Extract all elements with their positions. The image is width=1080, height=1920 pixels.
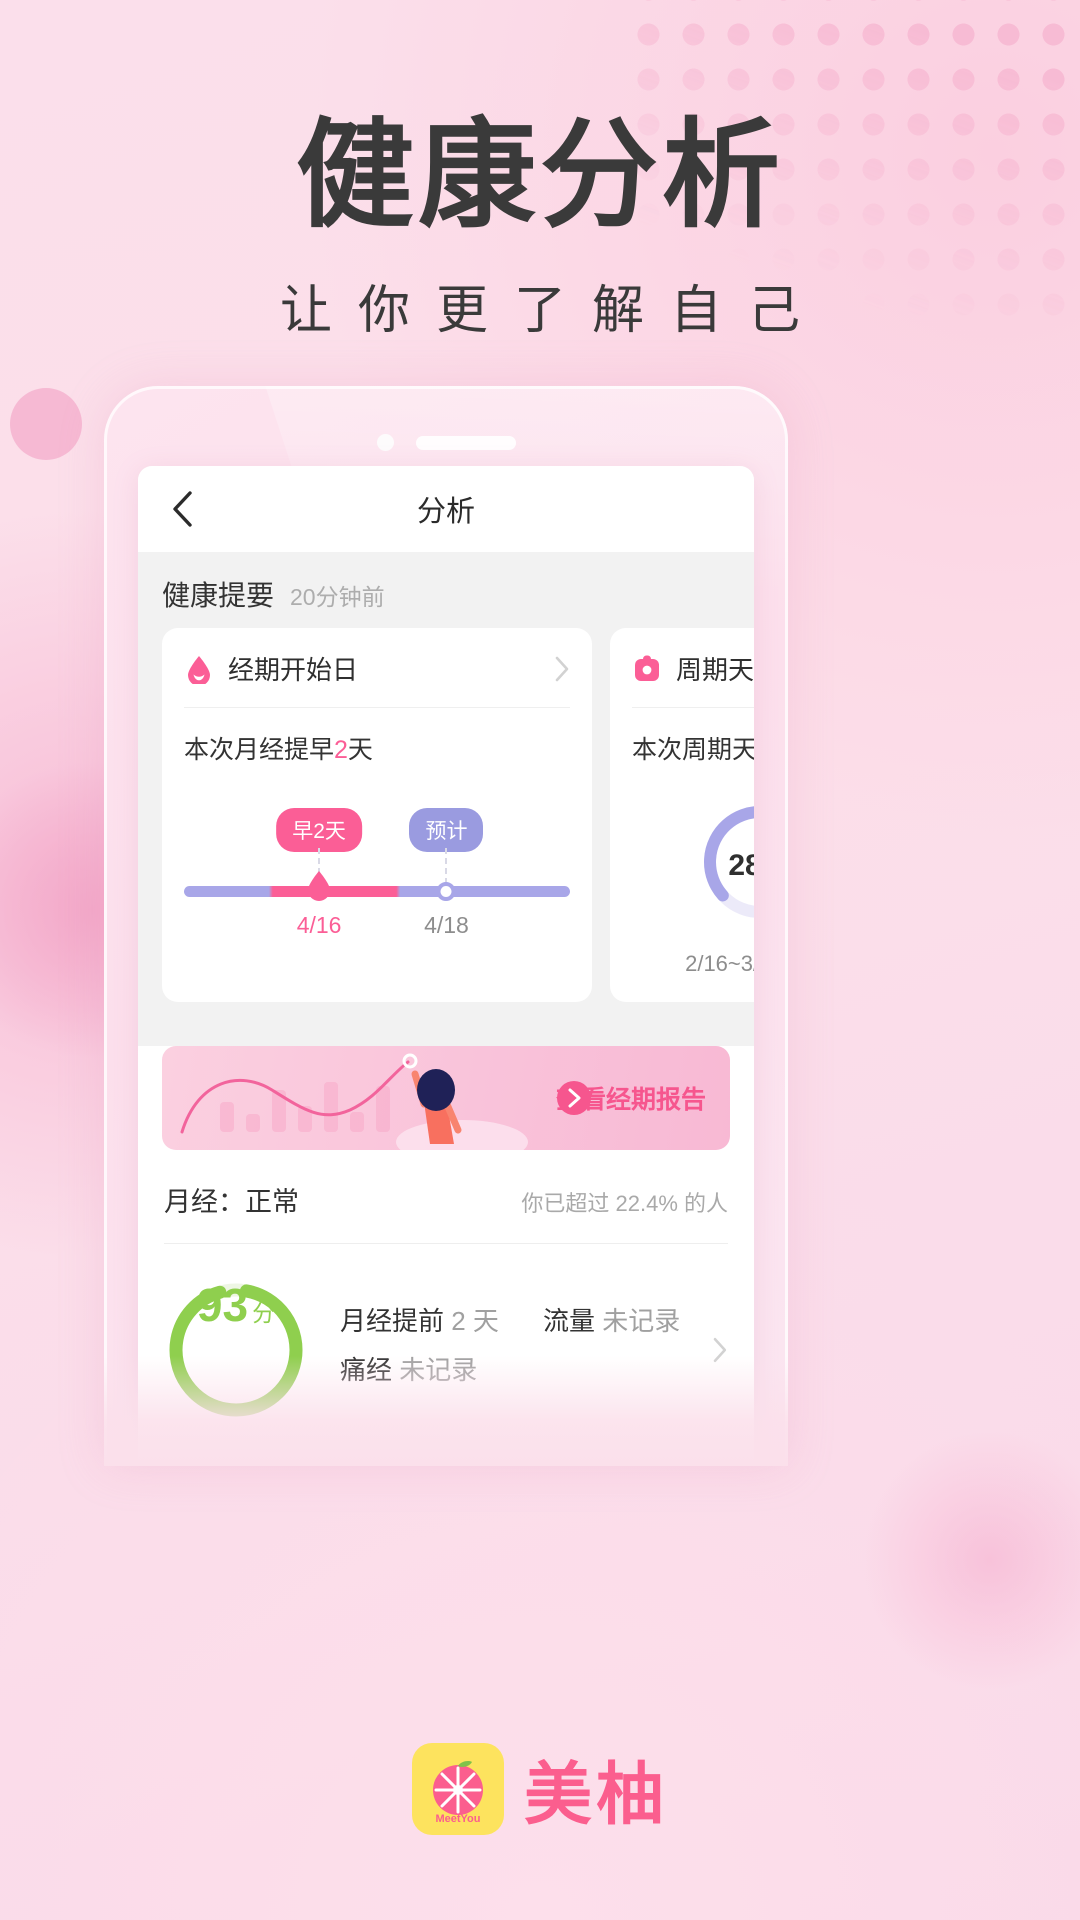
speaker-grille <box>415 435 516 450</box>
page-subtitle: 让你更了解自己 <box>279 282 826 341</box>
banner-cta[interactable]: 查看经期报告 <box>556 1080 730 1116</box>
cycle-ring-value: 28天 <box>728 849 754 882</box>
summary-card-carousel[interactable]: 经期开始日 本次月经提早2天 早2天 预计 4/16 4/18 周期天 本次周期… <box>138 628 754 1024</box>
fact-0-label: 月经提前 <box>340 1306 445 1336</box>
period-percentile: 你已超过 22.4% 的人 <box>521 1191 728 1216</box>
fact-0: 月经提前 2 天 <box>340 1301 499 1338</box>
card-header: 周期天数 <box>610 628 754 707</box>
period-label: 月经： <box>164 1187 245 1217</box>
phone-notch <box>104 434 788 451</box>
score-facts-line-1: 月经提前 2 天 流量 未记录 <box>340 1301 680 1338</box>
app-screen: 分析 健康提要 20分钟前 经期开始日 本次月经提早2天 早2天 预计 4/16… <box>138 466 754 1466</box>
decorative-circle-left <box>10 388 82 460</box>
fact-0-value: 2 天 <box>451 1306 499 1336</box>
nav-title: 分析 <box>416 496 475 528</box>
badge-expected: 预计 <box>409 808 484 852</box>
logo-mark: MeetYou <box>411 1742 504 1835</box>
card-header: 经期开始日 <box>162 628 592 707</box>
water-drop-icon <box>188 655 210 684</box>
card-cycle-days[interactable]: 周期天数 本次周期天数比 28天 2/16~3/15(上次 <box>610 628 754 1002</box>
section-timestamp: 20分钟前 <box>290 584 385 610</box>
expected-marker[interactable] <box>436 882 456 901</box>
badge-actual: 早2天 <box>276 808 362 852</box>
hero: 健康分析 让你更了解自己 <box>0 0 1080 343</box>
phone-mockup: 分析 健康提要 20分钟前 经期开始日 本次月经提早2天 早2天 预计 4/16… <box>104 386 788 1466</box>
date-expected: 4/18 <box>424 912 469 938</box>
card-label: 经期开始日 <box>228 655 359 685</box>
section-header: 健康提要 20分钟前 <box>138 552 754 628</box>
period-timeline: 早2天 预计 4/16 4/18 <box>184 808 570 938</box>
cycle-ring-wrap: 28天 <box>610 802 754 922</box>
chevron-right-icon <box>555 656 569 681</box>
stem-expected <box>445 848 448 884</box>
back-button[interactable] <box>160 487 204 531</box>
timeline-track[interactable] <box>184 886 570 897</box>
phone-bottom-fade <box>104 1356 788 1466</box>
page-title: 健康分析 <box>295 110 784 242</box>
period-report-banner[interactable]: 查看经期报告 <box>162 1046 730 1150</box>
navbar: 分析 <box>138 466 754 552</box>
card-description: 本次周期天数比 <box>632 736 754 764</box>
fact-1: 流量 未记录 <box>543 1301 680 1338</box>
desc-value: 2 <box>334 736 348 764</box>
fact-1-label: 流量 <box>542 1306 595 1336</box>
calendar-icon <box>635 655 659 681</box>
brand-logo: MeetYou 美柚 <box>0 1739 1080 1838</box>
desc-suffix: 天 <box>347 736 373 764</box>
arrow-right-circle-icon <box>556 1081 591 1115</box>
period-value: 正常 <box>245 1187 299 1217</box>
logo-wordmark: 美柚 <box>523 1757 668 1833</box>
card-label: 周期天数 <box>676 655 754 685</box>
period-status-label: 月经：正常 <box>164 1180 299 1219</box>
pomelo-icon <box>432 1760 483 1815</box>
cycle-range: 2/16~3/15(上次 <box>685 951 754 976</box>
drop-marker-icon <box>308 871 331 901</box>
card-description: 本次月经提早2天 <box>162 708 592 766</box>
logo-mark-text: MeetYou <box>435 1812 481 1825</box>
period-status-row: 月经：正常 你已超过 22.4% 的人 <box>138 1150 754 1243</box>
chevron-left-icon <box>173 491 192 527</box>
card-period-start[interactable]: 经期开始日 本次月经提早2天 早2天 预计 4/16 4/18 <box>162 628 592 1002</box>
score-number: 93 <box>196 1279 249 1331</box>
desc-prefix: 本次月经提早 <box>184 736 335 764</box>
date-actual: 4/16 <box>296 912 342 938</box>
camera-icon <box>376 434 394 451</box>
cycle-ring: 28天 <box>700 802 754 922</box>
fact-1-value: 未记录 <box>602 1306 681 1336</box>
section-title: 健康提要 <box>162 580 275 611</box>
score-unit: 分 <box>252 1300 276 1326</box>
banner-illustration <box>180 1053 528 1150</box>
